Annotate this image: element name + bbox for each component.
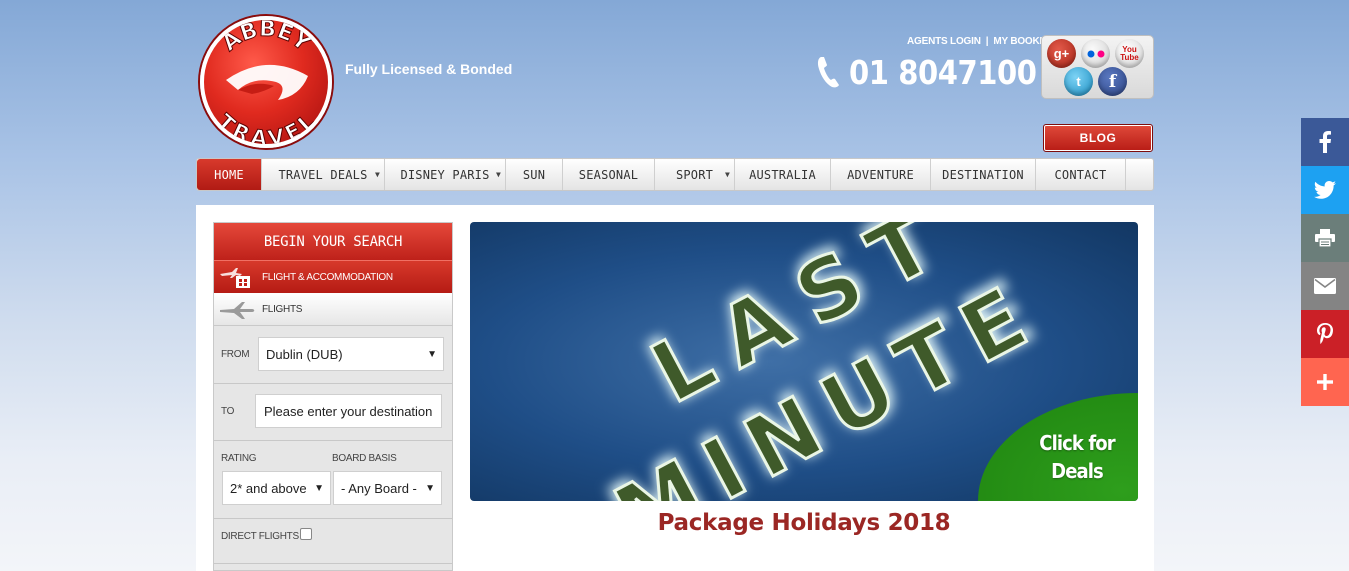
nav-label: SPORT [675, 167, 714, 182]
nav-seasonal[interactable]: SEASONAL [563, 159, 655, 190]
cta-line2: Deals [1051, 459, 1104, 483]
nav-adventure[interactable]: ADVENTURE [831, 159, 931, 190]
nav-label: ADVENTURE [847, 167, 914, 182]
rating-select-value: 2* and above [230, 480, 307, 496]
link-separator: | [985, 36, 989, 47]
blog-button[interactable]: BLOG [1043, 124, 1153, 152]
tab-flight-accommodation[interactable]: FLIGHT & ACCOMMODATION [214, 260, 452, 293]
logo-text-top: ABBEY [218, 20, 316, 57]
search-title: BEGIN YOUR SEARCH [214, 223, 452, 260]
board-basis-label: BOARD BASIS [332, 453, 397, 464]
airplane-icon [220, 302, 255, 319]
google-plus-icon[interactable]: g+ [1047, 39, 1076, 68]
nav-label: HOME [214, 167, 244, 182]
nav-sport[interactable]: SPORT ▼ [655, 159, 735, 190]
facebook-icon[interactable] [1301, 118, 1349, 166]
dropdown-arrow-icon: ▼ [374, 170, 380, 179]
last-minute-banner[interactable]: LAST LAST MINUTE MINUTE Click for Deals [470, 222, 1138, 501]
cta-line1: Click for [1039, 431, 1115, 455]
destination-input[interactable] [255, 394, 442, 428]
chevron-down-icon: ▼ [427, 349, 437, 360]
from-label: FROM [221, 349, 250, 360]
search-panel: BEGIN YOUR SEARCH FLIGHT & ACCOMMODATION… [213, 222, 453, 571]
nav-destination[interactable]: DESTINATION [931, 159, 1036, 190]
nav-label: DISNEY PARIS [400, 167, 490, 182]
click-for-deals-label[interactable]: Click for Deals [1037, 429, 1118, 485]
dropdown-arrow-icon: ▼ [495, 170, 501, 179]
board-basis-select-value: - Any Board - [341, 480, 417, 496]
nav-contact[interactable]: CONTACT [1036, 159, 1126, 190]
nav-travel-deals[interactable]: TRAVEL DEALS ▼ [262, 159, 385, 190]
nav-label: DESTINATION [942, 167, 1024, 182]
abbey-travel-logo[interactable]: ABBEY TRAVEL [200, 16, 332, 148]
board-basis-select[interactable]: - Any Board - ▼ [333, 471, 442, 505]
phone-number: 01 8047100 [849, 52, 1037, 92]
nav-label: CONTACT [1054, 167, 1107, 182]
twitter-icon[interactable] [1301, 166, 1349, 214]
chevron-down-icon: ▼ [425, 483, 435, 494]
to-row: TO [214, 384, 452, 441]
flight-hotel-icon [220, 268, 250, 288]
phone-number-block[interactable]: 01 8047100 [815, 50, 1062, 94]
nav-label: SEASONAL [578, 167, 639, 182]
pinterest-icon[interactable] [1301, 310, 1349, 358]
page-wrapper: ABBEY TRAVEL Fully Licensed & Bonded AGE… [196, 0, 1154, 571]
nav-home[interactable]: HOME [197, 159, 262, 190]
phone-icon [817, 57, 839, 88]
tagline: Fully Licensed & Bonded [345, 61, 513, 77]
main-navigation: HOME TRAVEL DEALS ▼ DISNEY PARIS ▼ SUN S… [196, 158, 1154, 191]
chevron-down-icon: ▼ [314, 483, 324, 494]
nav-label: TRAVEL DEALS [278, 167, 368, 182]
nav-label: AUSTRALIA [749, 167, 816, 182]
from-select-value: Dublin (DUB) [266, 346, 343, 362]
facebook-icon[interactable]: f [1098, 67, 1127, 96]
to-label: TO [221, 406, 235, 417]
from-row: FROM Dublin (DUB) ▼ [214, 326, 452, 384]
logo-graphic: ABBEY TRAVEL [212, 20, 319, 144]
direct-flights-label: DIRECT FLIGHTS [221, 531, 299, 542]
dropdown-arrow-icon: ▼ [724, 170, 730, 179]
share-bar [1301, 118, 1349, 406]
rating-board-row: RATING BOARD BASIS 2* and above ▼ - Any … [214, 441, 452, 519]
logo-text-bottom: TRAVEL [213, 109, 319, 144]
direct-flights-checkbox[interactable] [300, 528, 312, 540]
top-links: AGENTS LOGIN | MY BOOKING [907, 36, 1057, 47]
flickr-icon[interactable] [1081, 39, 1110, 68]
tab-flights[interactable]: FLIGHTS [214, 293, 452, 326]
nav-sun[interactable]: SUN [506, 159, 563, 190]
direct-flights-row: DIRECT FLIGHTS [214, 519, 452, 564]
youtube-icon[interactable]: You Tube [1115, 39, 1144, 68]
agents-login-link[interactable]: AGENTS LOGIN [907, 36, 981, 47]
nav-label: SUN [522, 167, 546, 182]
social-icons-box: g+ You Tube t f [1041, 35, 1154, 99]
rating-label: RATING [221, 453, 257, 464]
rating-select[interactable]: 2* and above ▼ [222, 471, 331, 505]
nav-australia[interactable]: AUSTRALIA [735, 159, 831, 190]
email-icon[interactable] [1301, 262, 1349, 310]
tab-label: FLIGHTS [262, 303, 303, 315]
content-area: BEGIN YOUR SEARCH FLIGHT & ACCOMMODATION… [196, 205, 1154, 571]
page-title: Package Holidays 2018 [657, 510, 951, 536]
nav-disney-paris[interactable]: DISNEY PARIS ▼ [385, 159, 506, 190]
plus-icon[interactable] [1301, 358, 1349, 406]
tab-label: FLIGHT & ACCOMMODATION [262, 271, 393, 283]
from-select[interactable]: Dublin (DUB) ▼ [258, 337, 444, 371]
print-icon[interactable] [1301, 214, 1349, 262]
twitter-icon[interactable]: t [1064, 67, 1093, 96]
